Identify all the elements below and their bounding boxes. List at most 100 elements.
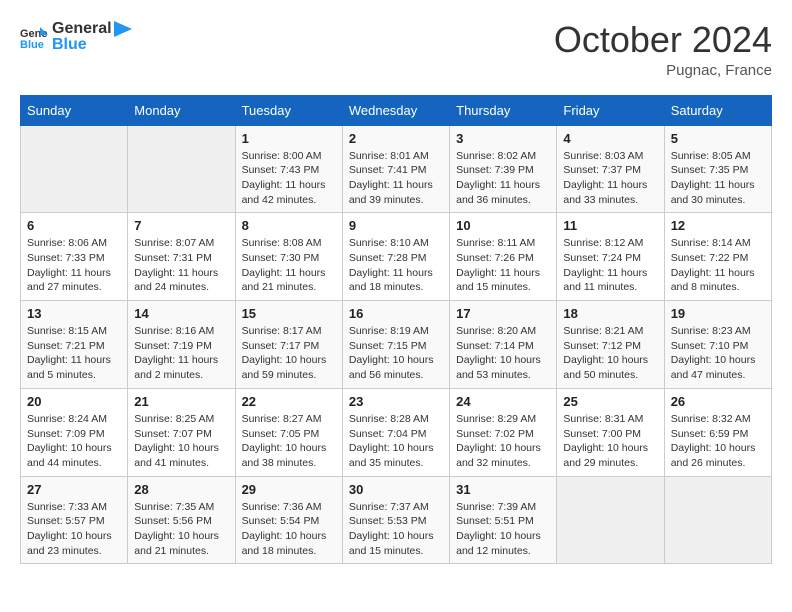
day-number: 11 bbox=[563, 218, 657, 233]
day-info: Sunrise: 8:29 AM Sunset: 7:02 PM Dayligh… bbox=[456, 412, 550, 471]
calendar-week-2: 6 Sunrise: 8:06 AM Sunset: 7:33 PM Dayli… bbox=[21, 213, 772, 301]
day-info: Sunrise: 8:19 AM Sunset: 7:15 PM Dayligh… bbox=[349, 324, 443, 383]
day-info: Sunrise: 8:16 AM Sunset: 7:19 PM Dayligh… bbox=[134, 324, 228, 383]
weekday-header-saturday: Saturday bbox=[664, 95, 771, 125]
calendar-cell: 3 Sunrise: 8:02 AM Sunset: 7:39 PM Dayli… bbox=[450, 125, 557, 213]
day-number: 10 bbox=[456, 218, 550, 233]
calendar-cell: 15 Sunrise: 8:17 AM Sunset: 7:17 PM Dayl… bbox=[235, 301, 342, 389]
sunset-label: Sunset: 7:35 PM bbox=[671, 164, 749, 176]
calendar-cell: 14 Sunrise: 8:16 AM Sunset: 7:19 PM Dayl… bbox=[128, 301, 235, 389]
day-number: 16 bbox=[349, 306, 443, 321]
daylight-label: Daylight: 10 hours and 53 minutes. bbox=[456, 354, 541, 381]
daylight-label: Daylight: 10 hours and 18 minutes. bbox=[242, 530, 327, 557]
day-info: Sunrise: 8:01 AM Sunset: 7:41 PM Dayligh… bbox=[349, 149, 443, 208]
sunrise-label: Sunrise: 8:27 AM bbox=[242, 413, 322, 425]
sunrise-label: Sunrise: 7:33 AM bbox=[27, 501, 107, 513]
daylight-label: Daylight: 10 hours and 23 minutes. bbox=[27, 530, 112, 557]
daylight-label: Daylight: 10 hours and 29 minutes. bbox=[563, 442, 648, 469]
day-info: Sunrise: 8:17 AM Sunset: 7:17 PM Dayligh… bbox=[242, 324, 336, 383]
calendar-cell: 7 Sunrise: 8:07 AM Sunset: 7:31 PM Dayli… bbox=[128, 213, 235, 301]
day-number: 2 bbox=[349, 131, 443, 146]
daylight-label: Daylight: 11 hours and 5 minutes. bbox=[27, 354, 111, 381]
day-info: Sunrise: 8:05 AM Sunset: 7:35 PM Dayligh… bbox=[671, 149, 765, 208]
sunrise-label: Sunrise: 8:24 AM bbox=[27, 413, 107, 425]
daylight-label: Daylight: 10 hours and 35 minutes. bbox=[349, 442, 434, 469]
calendar-cell: 5 Sunrise: 8:05 AM Sunset: 7:35 PM Dayli… bbox=[664, 125, 771, 213]
day-info: Sunrise: 8:14 AM Sunset: 7:22 PM Dayligh… bbox=[671, 236, 765, 295]
weekday-header-wednesday: Wednesday bbox=[342, 95, 449, 125]
calendar-header: SundayMondayTuesdayWednesdayThursdayFrid… bbox=[21, 95, 772, 125]
sunrise-label: Sunrise: 8:29 AM bbox=[456, 413, 536, 425]
calendar-cell: 23 Sunrise: 8:28 AM Sunset: 7:04 PM Dayl… bbox=[342, 388, 449, 476]
day-number: 15 bbox=[242, 306, 336, 321]
sunrise-label: Sunrise: 8:25 AM bbox=[134, 413, 214, 425]
day-info: Sunrise: 8:15 AM Sunset: 7:21 PM Dayligh… bbox=[27, 324, 121, 383]
sunrise-label: Sunrise: 7:37 AM bbox=[349, 501, 429, 513]
calendar-cell: 28 Sunrise: 7:35 AM Sunset: 5:56 PM Dayl… bbox=[128, 476, 235, 564]
day-number: 20 bbox=[27, 394, 121, 409]
sunset-label: Sunset: 7:14 PM bbox=[456, 340, 534, 352]
day-number: 5 bbox=[671, 131, 765, 146]
daylight-label: Daylight: 10 hours and 15 minutes. bbox=[349, 530, 434, 557]
location-text: Pugnac, France bbox=[554, 62, 772, 79]
day-info: Sunrise: 8:00 AM Sunset: 7:43 PM Dayligh… bbox=[242, 149, 336, 208]
day-number: 3 bbox=[456, 131, 550, 146]
weekday-header-thursday: Thursday bbox=[450, 95, 557, 125]
day-info: Sunrise: 8:21 AM Sunset: 7:12 PM Dayligh… bbox=[563, 324, 657, 383]
daylight-label: Daylight: 11 hours and 21 minutes. bbox=[242, 267, 326, 294]
daylight-label: Daylight: 11 hours and 24 minutes. bbox=[134, 267, 218, 294]
daylight-label: Daylight: 10 hours and 21 minutes. bbox=[134, 530, 219, 557]
calendar-cell: 13 Sunrise: 8:15 AM Sunset: 7:21 PM Dayl… bbox=[21, 301, 128, 389]
sunset-label: Sunset: 7:43 PM bbox=[242, 164, 320, 176]
day-number: 30 bbox=[349, 482, 443, 497]
day-info: Sunrise: 7:36 AM Sunset: 5:54 PM Dayligh… bbox=[242, 500, 336, 559]
day-number: 19 bbox=[671, 306, 765, 321]
calendar-cell: 9 Sunrise: 8:10 AM Sunset: 7:28 PM Dayli… bbox=[342, 213, 449, 301]
day-info: Sunrise: 7:35 AM Sunset: 5:56 PM Dayligh… bbox=[134, 500, 228, 559]
day-info: Sunrise: 7:33 AM Sunset: 5:57 PM Dayligh… bbox=[27, 500, 121, 559]
sunrise-label: Sunrise: 8:32 AM bbox=[671, 413, 751, 425]
logo-blue-text: Blue bbox=[52, 36, 132, 54]
day-number: 25 bbox=[563, 394, 657, 409]
logo-arrow-icon bbox=[114, 21, 132, 37]
sunset-label: Sunset: 6:59 PM bbox=[671, 428, 749, 440]
daylight-label: Daylight: 11 hours and 2 minutes. bbox=[134, 354, 218, 381]
weekday-header-sunday: Sunday bbox=[21, 95, 128, 125]
day-info: Sunrise: 8:20 AM Sunset: 7:14 PM Dayligh… bbox=[456, 324, 550, 383]
day-info: Sunrise: 7:39 AM Sunset: 5:51 PM Dayligh… bbox=[456, 500, 550, 559]
day-info: Sunrise: 8:06 AM Sunset: 7:33 PM Dayligh… bbox=[27, 236, 121, 295]
day-number: 24 bbox=[456, 394, 550, 409]
sunset-label: Sunset: 7:12 PM bbox=[563, 340, 641, 352]
sunrise-label: Sunrise: 8:05 AM bbox=[671, 150, 751, 162]
day-number: 22 bbox=[242, 394, 336, 409]
calendar-cell: 18 Sunrise: 8:21 AM Sunset: 7:12 PM Dayl… bbox=[557, 301, 664, 389]
daylight-label: Daylight: 11 hours and 11 minutes. bbox=[563, 267, 647, 294]
sunrise-label: Sunrise: 7:39 AM bbox=[456, 501, 536, 513]
sunset-label: Sunset: 7:15 PM bbox=[349, 340, 427, 352]
logo: General Blue General Blue bbox=[20, 20, 132, 53]
daylight-label: Daylight: 10 hours and 12 minutes. bbox=[456, 530, 541, 557]
sunset-label: Sunset: 7:10 PM bbox=[671, 340, 749, 352]
sunset-label: Sunset: 7:21 PM bbox=[27, 340, 105, 352]
calendar-cell: 25 Sunrise: 8:31 AM Sunset: 7:00 PM Dayl… bbox=[557, 388, 664, 476]
svg-text:Blue: Blue bbox=[20, 39, 44, 49]
sunset-label: Sunset: 5:54 PM bbox=[242, 515, 320, 527]
sunset-label: Sunset: 7:02 PM bbox=[456, 428, 534, 440]
sunset-label: Sunset: 7:30 PM bbox=[242, 252, 320, 264]
sunrise-label: Sunrise: 8:15 AM bbox=[27, 325, 107, 337]
sunset-label: Sunset: 7:28 PM bbox=[349, 252, 427, 264]
sunset-label: Sunset: 7:00 PM bbox=[563, 428, 641, 440]
sunset-label: Sunset: 7:05 PM bbox=[242, 428, 320, 440]
sunrise-label: Sunrise: 8:31 AM bbox=[563, 413, 643, 425]
calendar-cell: 1 Sunrise: 8:00 AM Sunset: 7:43 PM Dayli… bbox=[235, 125, 342, 213]
day-number: 26 bbox=[671, 394, 765, 409]
calendar-cell: 4 Sunrise: 8:03 AM Sunset: 7:37 PM Dayli… bbox=[557, 125, 664, 213]
calendar-cell: 16 Sunrise: 8:19 AM Sunset: 7:15 PM Dayl… bbox=[342, 301, 449, 389]
sunrise-label: Sunrise: 8:00 AM bbox=[242, 150, 322, 162]
sunrise-label: Sunrise: 8:02 AM bbox=[456, 150, 536, 162]
calendar-cell: 2 Sunrise: 8:01 AM Sunset: 7:41 PM Dayli… bbox=[342, 125, 449, 213]
day-info: Sunrise: 8:12 AM Sunset: 7:24 PM Dayligh… bbox=[563, 236, 657, 295]
daylight-label: Daylight: 10 hours and 38 minutes. bbox=[242, 442, 327, 469]
daylight-label: Daylight: 11 hours and 15 minutes. bbox=[456, 267, 540, 294]
day-info: Sunrise: 8:08 AM Sunset: 7:30 PM Dayligh… bbox=[242, 236, 336, 295]
